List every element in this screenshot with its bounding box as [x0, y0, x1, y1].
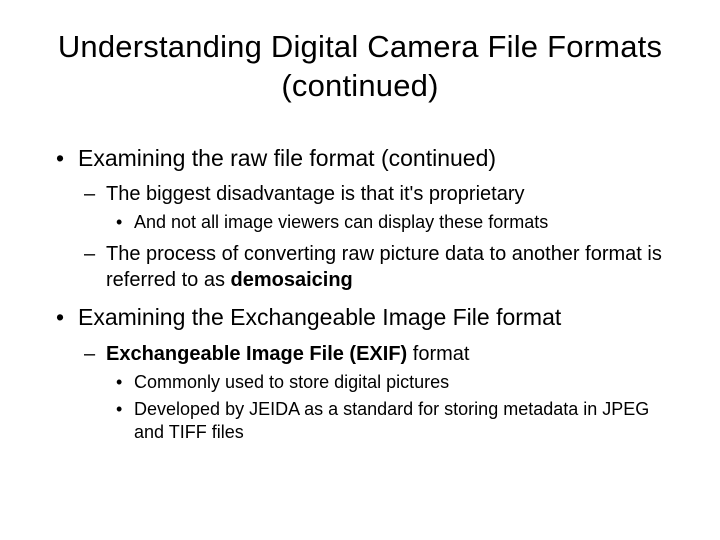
bullet-text: The biggest disadvantage is that it's pr… — [106, 183, 525, 205]
bullet-text: Commonly used to store digital pictures — [134, 372, 449, 392]
bullet-text: Developed by JEIDA as a standard for sto… — [134, 399, 649, 442]
list-item: Examining the Exchangeable Image File fo… — [50, 303, 670, 445]
list-item: Developed by JEIDA as a standard for sto… — [106, 398, 670, 445]
bullet-list: Commonly used to store digital pictures … — [106, 371, 670, 445]
list-item: And not all image viewers can display th… — [106, 211, 670, 234]
list-item: Exchangeable Image File (EXIF) format Co… — [78, 341, 670, 445]
list-item: Examining the raw file format (continued… — [50, 144, 670, 293]
slide-title: Understanding Digital Camera File Format… — [50, 28, 670, 106]
bullet-list: Exchangeable Image File (EXIF) format Co… — [78, 341, 670, 445]
bullet-text: Examining the Exchangeable Image File fo… — [78, 304, 561, 330]
list-item: Commonly used to store digital pictures — [106, 371, 670, 394]
bullet-text: Examining the raw file format (continued… — [78, 145, 496, 171]
bullet-list: And not all image viewers can display th… — [106, 211, 670, 234]
bold-term: Exchangeable Image File (EXIF) — [106, 343, 407, 365]
bold-term: demosaicing — [231, 269, 353, 291]
list-item: The process of converting raw picture da… — [78, 241, 670, 293]
list-item: The biggest disadvantage is that it's pr… — [78, 181, 670, 234]
bullet-text: The process of converting raw picture da… — [106, 243, 662, 291]
bullet-list: Examining the raw file format (continued… — [50, 144, 670, 445]
bullet-text: And not all image viewers can display th… — [134, 212, 548, 232]
bullet-list: The biggest disadvantage is that it's pr… — [78, 181, 670, 292]
bullet-text: format — [407, 343, 469, 365]
